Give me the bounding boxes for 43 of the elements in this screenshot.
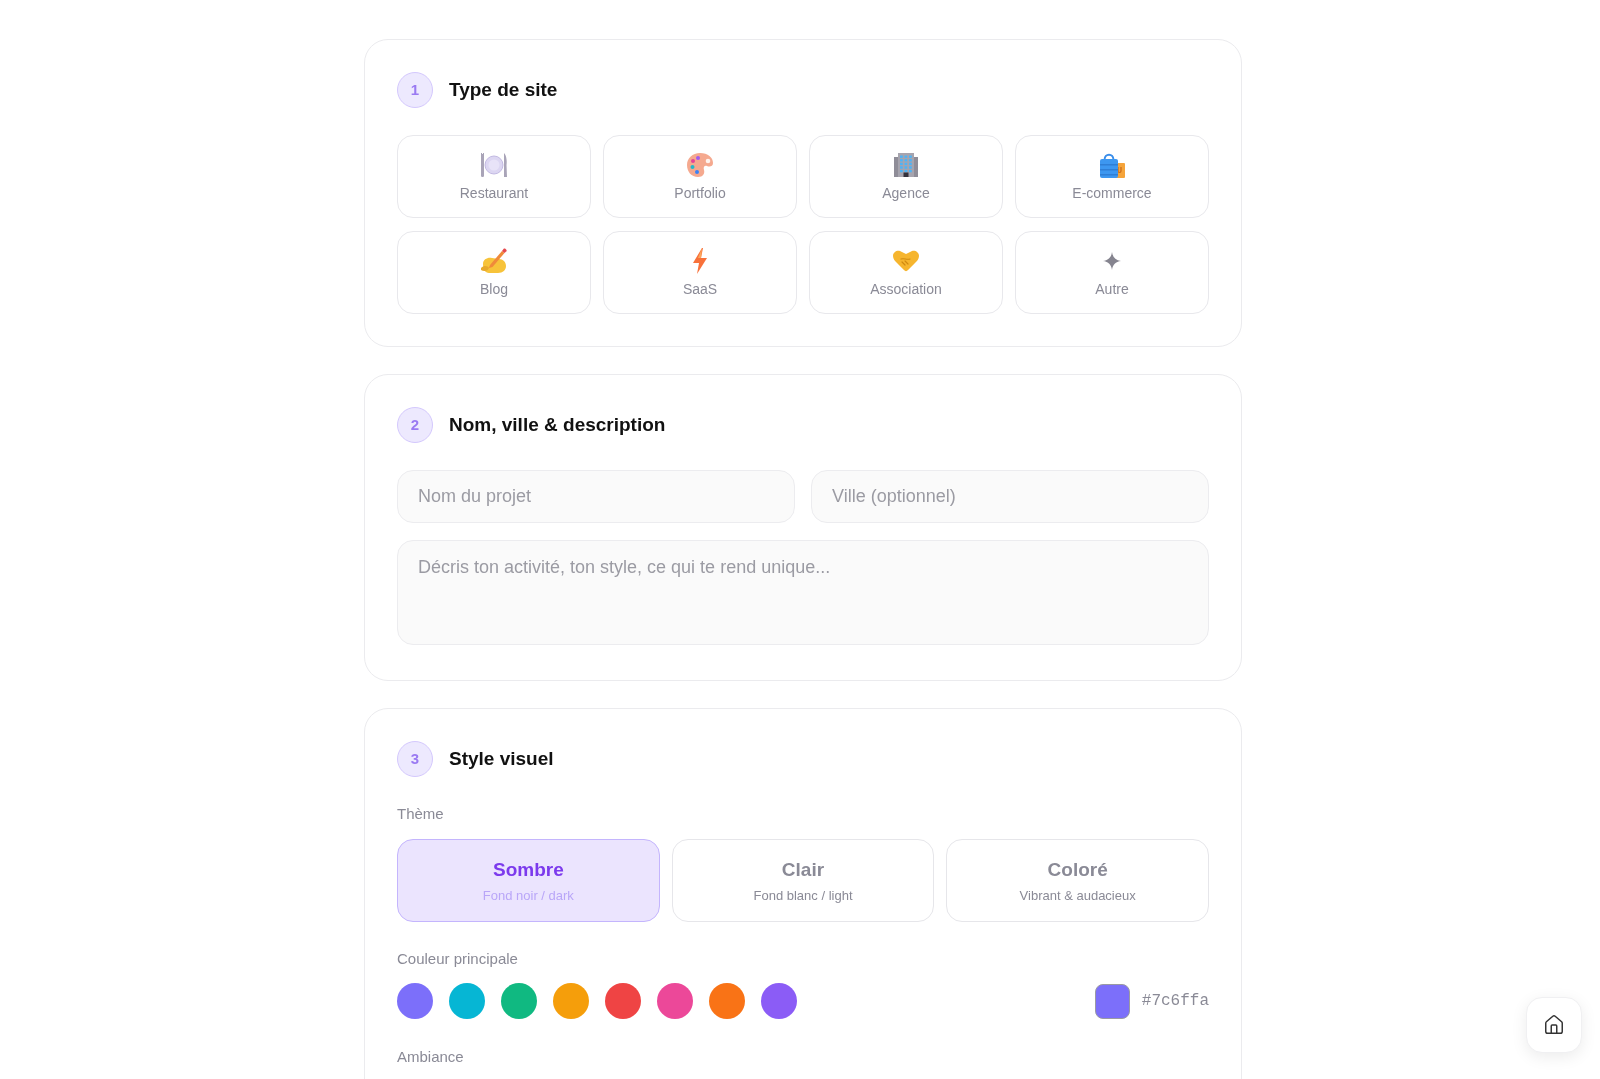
color-swatch[interactable] [449,983,485,1019]
field-label: Ambiance [397,1047,464,1067]
office-building-icon [894,153,918,177]
text-input[interactable]: Nom du projet [397,470,795,523]
site-type-option[interactable]: Agence [809,135,1003,218]
site-type-option[interactable]: SaaS [603,231,797,314]
site-type-option[interactable]: Restaurant [397,135,591,218]
description-textarea[interactable]: Décris ton activité, ton style, ce qui te rend unique... [397,540,1209,645]
color-swatch[interactable] [657,983,693,1019]
shopping-bags-icon [1099,152,1125,178]
step-number: 3 [397,741,433,777]
field-label: Thème [397,804,444,824]
site-type-option[interactable]: Portfolio [603,135,797,218]
section-title: Style visuel [449,746,554,771]
theme-option[interactable]: Clair Fond blanc / light [671,839,935,922]
lightning-icon [693,248,707,274]
text-input[interactable]: Ville (optionnel) [811,470,1209,523]
site-type-option[interactable]: Autre [1015,231,1209,314]
step-number: 2 [397,407,433,443]
hex-value: #7c6ffa [1141,991,1209,1012]
sparkle-icon [1103,252,1121,270]
theme-option[interactable]: Coloré Vibrant & audacieux [946,839,1209,922]
custom-color-picker[interactable] [1094,983,1130,1019]
heart-icon [893,250,919,272]
field-label: Couleur principale [397,949,518,969]
theme-option[interactable]: Sombre Fond noir / dark [397,839,660,922]
site-type-option[interactable]: Blog [397,231,591,314]
home-button[interactable] [1526,997,1582,1053]
site-type-option[interactable]: Association [809,231,1003,314]
color-swatch[interactable] [605,983,641,1019]
palette-icon [687,153,713,177]
section-title: Type de site [449,77,558,102]
site-type-option[interactable]: E-commerce [1015,135,1209,218]
plate-cutlery-icon [481,153,507,177]
home-icon [1543,1014,1565,1036]
section-title: Nom, ville & description [449,412,666,437]
hand-pencil-icon [481,248,507,274]
color-swatch[interactable] [397,983,433,1019]
step-number: 1 [397,72,433,108]
color-swatch[interactable] [501,983,537,1019]
color-swatch[interactable] [553,983,589,1019]
color-swatch[interactable] [709,983,745,1019]
color-swatch[interactable] [761,983,797,1019]
